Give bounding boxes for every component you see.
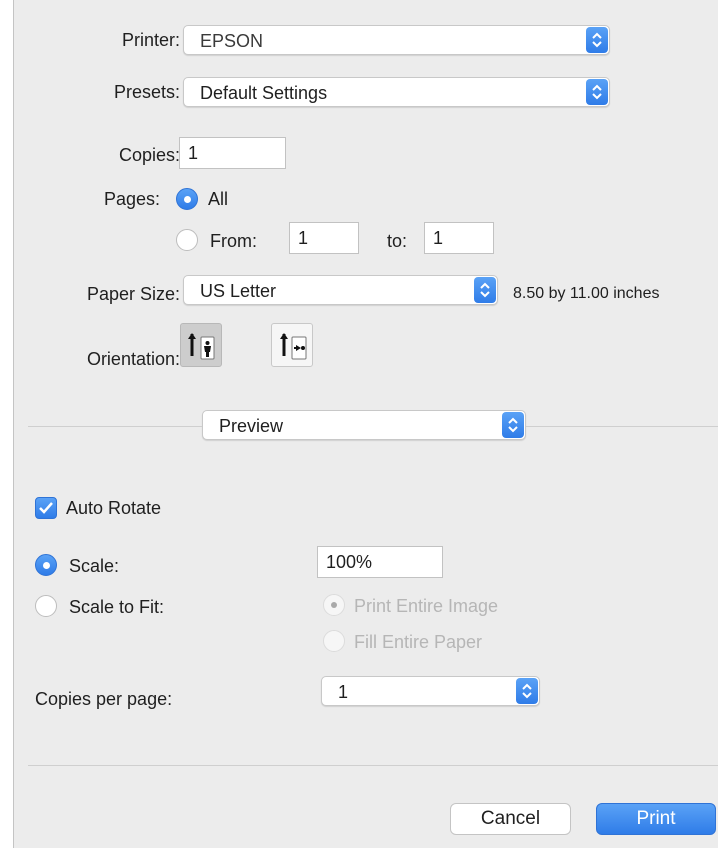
section-divider	[28, 426, 202, 427]
footer-divider	[28, 765, 718, 766]
copies-per-page-label: Copies per page:	[35, 689, 173, 709]
presets-label: Presets:	[113, 82, 180, 102]
cancel-button[interactable]: Cancel	[450, 803, 571, 835]
scale-to-fit-radio[interactable]	[35, 595, 57, 617]
portrait-orientation-button[interactable]	[180, 323, 222, 367]
copies-per-page-popup[interactable]: 1	[321, 676, 540, 706]
print-button[interactable]: Print	[596, 803, 716, 835]
fill-entire-paper-label: Fill Entire Paper	[354, 632, 483, 652]
chevron-updown-icon	[586, 27, 608, 53]
presets-popup[interactable]: Default Settings	[183, 77, 610, 107]
copies-label: Copies:	[118, 145, 180, 165]
chevron-updown-icon	[502, 412, 524, 438]
pages-label: Pages:	[103, 189, 160, 209]
pages-from-value: 1	[298, 228, 309, 248]
pages-to-field[interactable]: 1	[424, 222, 494, 254]
pages-to-label: to:	[387, 231, 408, 251]
section-popup-value: Preview	[219, 416, 284, 436]
checkmark-icon	[39, 502, 53, 514]
printer-value: EPSON	[200, 31, 264, 51]
pages-all-radio[interactable]	[176, 188, 198, 210]
auto-rotate-checkbox[interactable]	[35, 497, 57, 519]
section-popup[interactable]: Preview	[202, 410, 526, 440]
landscape-icon	[280, 333, 307, 360]
pages-all-label: All	[208, 189, 229, 209]
paper-size-popup[interactable]: US Letter	[183, 275, 498, 305]
presets-value: Default Settings	[200, 83, 328, 103]
portrait-icon	[188, 333, 215, 360]
landscape-orientation-button[interactable]	[271, 323, 313, 367]
orientation-label: Orientation:	[86, 349, 180, 369]
scale-radio[interactable]	[35, 554, 57, 576]
printer-popup[interactable]: EPSON	[183, 25, 610, 55]
printer-label: Printer:	[121, 30, 180, 50]
print-entire-image-radio[interactable]	[323, 594, 345, 616]
print-dialog: Printer: EPSON Presets: Default Settings…	[13, 0, 718, 848]
paper-size-dimensions: 8.50 by 11.00 inches	[513, 285, 660, 302]
paper-size-label: Paper Size:	[86, 284, 180, 304]
pages-from-label: From:	[210, 231, 257, 251]
copies-per-page-value: 1	[338, 682, 349, 702]
pages-from-radio[interactable]	[176, 229, 198, 251]
scale-label: Scale:	[69, 556, 120, 576]
scale-value: 100%	[326, 552, 373, 572]
paper-size-value: US Letter	[200, 281, 277, 301]
chevron-updown-icon	[474, 277, 496, 303]
copies-value: 1	[188, 143, 199, 163]
scale-field[interactable]: 100%	[317, 546, 443, 578]
fill-entire-paper-radio[interactable]	[323, 630, 345, 652]
chevron-updown-icon	[586, 79, 608, 105]
print-entire-image-label: Print Entire Image	[354, 596, 499, 616]
pages-from-field[interactable]: 1	[289, 222, 359, 254]
scale-to-fit-label: Scale to Fit:	[69, 597, 165, 617]
auto-rotate-label: Auto Rotate	[66, 498, 162, 518]
section-divider	[526, 426, 718, 427]
chevron-updown-icon	[516, 678, 538, 704]
pages-to-value: 1	[433, 228, 444, 248]
copies-field[interactable]: 1	[179, 137, 286, 169]
